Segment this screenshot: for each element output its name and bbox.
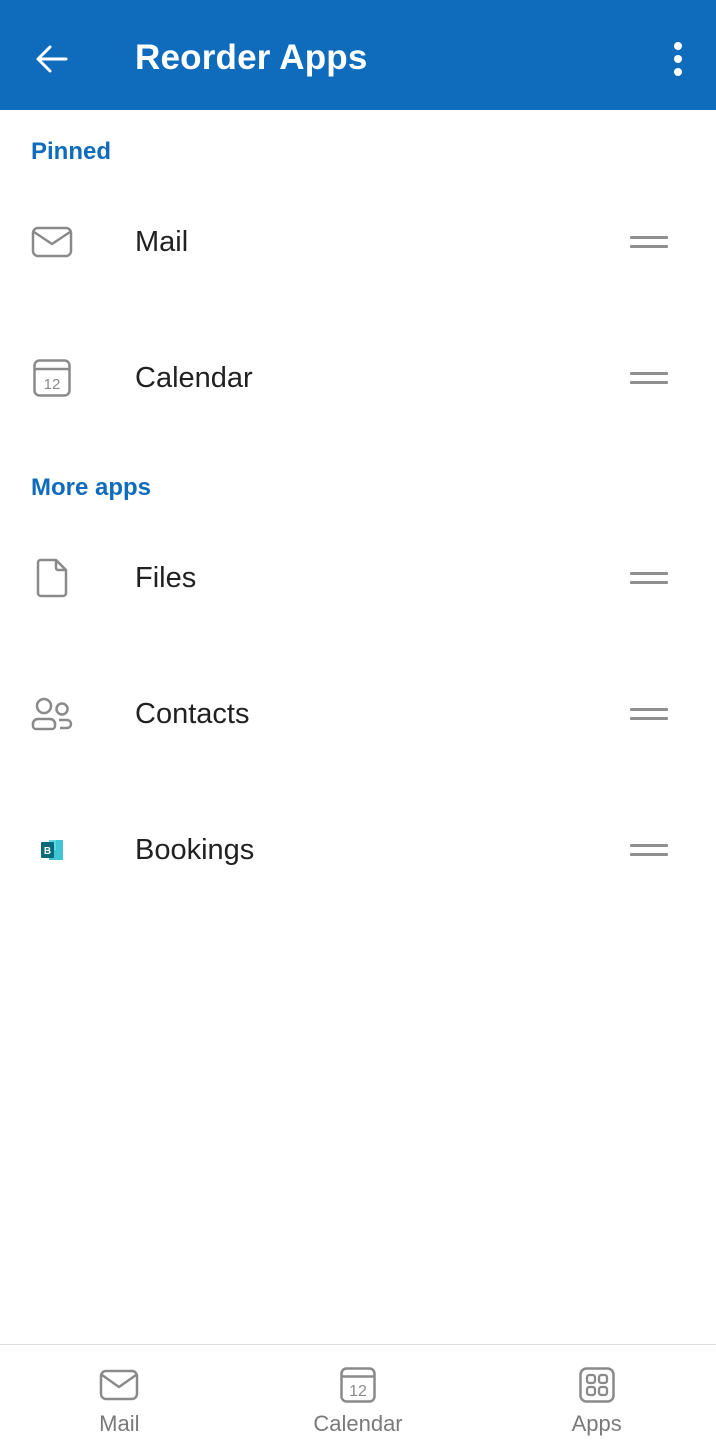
bookings-icon: B [30,828,74,872]
drag-handle-icon[interactable] [630,232,670,252]
svg-text:B: B [44,846,51,857]
nav-item-mail[interactable]: Mail [0,1345,239,1442]
app-bar: Reorder Apps [0,0,716,110]
drag-handle-icon[interactable] [630,368,670,388]
app-root: Reorder Apps Pinned Mail 12 Calendar Mor… [0,0,716,1442]
svg-text:12: 12 [44,376,61,393]
app-row-contacts[interactable]: Contacts [0,666,716,762]
drag-handle-icon[interactable] [630,704,670,724]
calendar-icon: 12 [30,356,74,400]
nav-item-calendar[interactable]: 12 Calendar [239,1345,478,1442]
app-row-label: Calendar [135,362,253,394]
calendar-icon: 12 [337,1365,379,1405]
contacts-icon [30,692,74,736]
app-row-bookings[interactable]: B Bookings [0,802,716,898]
nav-label: Calendar [313,1411,403,1436]
more-options-button[interactable] [654,31,702,87]
back-button[interactable] [24,31,80,87]
app-row-label: Bookings [135,834,255,866]
nav-item-apps[interactable]: Apps [477,1345,716,1442]
nav-label: Apps [571,1411,622,1436]
svg-text:12: 12 [349,1383,367,1400]
section-header-pinned: Pinned [31,138,112,165]
app-row-calendar[interactable]: 12 Calendar [0,330,716,426]
apps-grid-icon [576,1365,618,1405]
mail-icon [98,1365,140,1405]
app-row-label: Contacts [135,698,250,730]
drag-handle-icon[interactable] [630,568,670,588]
app-row-mail[interactable]: Mail [0,194,716,290]
app-row-label: Files [135,562,197,594]
more-vertical-icon [674,42,682,76]
arrow-left-icon [36,45,68,73]
app-row-files[interactable]: Files [0,530,716,626]
page-title: Reorder Apps [135,38,368,77]
app-row-label: Mail [135,226,189,258]
bottom-navigation: Mail 12 Calendar Apps [0,1344,716,1442]
file-icon [30,556,74,600]
mail-icon [30,220,74,264]
drag-handle-icon[interactable] [630,840,670,860]
nav-label: Mail [99,1411,140,1436]
section-header-more-apps: More apps [31,474,152,501]
